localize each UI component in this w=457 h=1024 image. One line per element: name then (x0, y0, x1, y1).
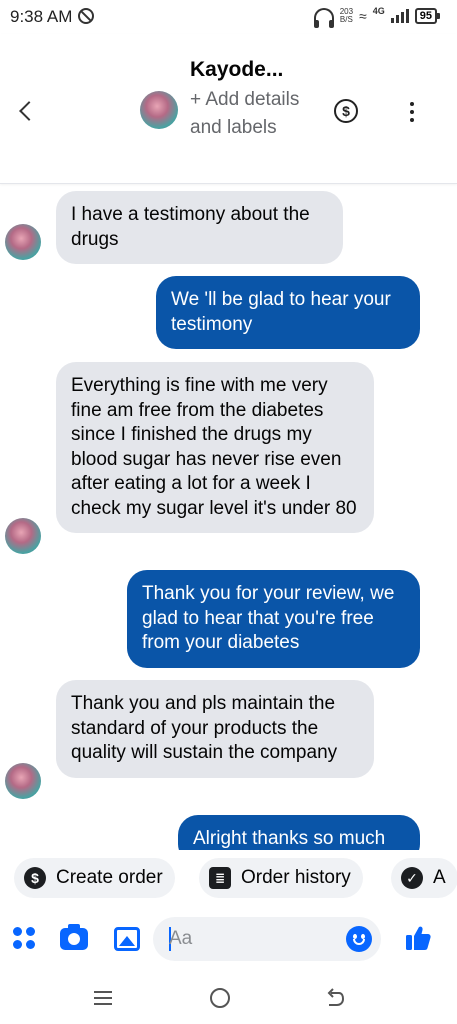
sender-avatar (5, 224, 41, 260)
message-composer (0, 906, 457, 970)
order-history-label: Order history (241, 867, 351, 888)
apps-grid-icon[interactable] (13, 927, 37, 951)
incoming-message[interactable]: I have a testimony about the drugs (56, 191, 343, 264)
more-options-button[interactable] (402, 100, 422, 124)
payment-button[interactable]: $ (334, 99, 358, 123)
battery-icon: 95 (414, 8, 441, 24)
check-circle-icon: ✓ (401, 867, 423, 889)
outgoing-message[interactable]: Thank you for your review, we glad to he… (127, 570, 420, 668)
thumbs-up-icon[interactable] (404, 924, 432, 952)
camera-icon[interactable] (60, 924, 88, 950)
quick-actions-bar: $ Create order ≣ Order history ✓ A (0, 850, 457, 906)
do-not-disturb-icon (78, 8, 94, 24)
incoming-message[interactable]: Thank you and pls maintain the standard … (56, 680, 374, 778)
receipt-list-icon: ≣ (209, 867, 231, 889)
message-input[interactable] (169, 925, 339, 953)
wifi-icon: ≈ (359, 8, 367, 24)
network-speed-unit: B/S (339, 15, 353, 24)
sender-avatar (5, 518, 41, 554)
network-speed: 203 B/S (340, 8, 353, 24)
sender-avatar (5, 763, 41, 799)
more-action-label: A (433, 867, 446, 888)
contact-name[interactable]: Kayode... (190, 58, 283, 82)
dollar-circle-icon: $ (24, 867, 46, 889)
home-icon[interactable] (210, 988, 230, 1008)
more-action-button[interactable]: ✓ A (391, 858, 457, 898)
signal-icon (390, 9, 409, 23)
recent-apps-icon[interactable] (94, 990, 114, 1006)
outgoing-message[interactable]: Alright thanks so much (178, 815, 420, 850)
status-indicators: 203 B/S ≈ 4G 95 (313, 4, 441, 28)
message-input-container[interactable] (153, 917, 381, 961)
back-button[interactable] (12, 92, 42, 132)
network-type: 4G (372, 6, 385, 16)
create-order-button[interactable]: $ Create order (14, 858, 175, 898)
order-history-button[interactable]: ≣ Order history (199, 858, 363, 898)
status-bar: 9:38 AM 203 B/S ≈ 4G 95 (0, 0, 457, 34)
emoji-icon[interactable] (346, 926, 372, 952)
create-order-label: Create order (56, 867, 163, 888)
chat-header: Kayode... + Add details and labels $ (0, 34, 457, 184)
status-time: 9:38 AM (10, 7, 73, 26)
incoming-message[interactable]: Everything is fine with me very fine am … (56, 362, 374, 533)
contact-avatar[interactable] (140, 91, 178, 129)
gallery-icon[interactable] (114, 927, 140, 951)
add-details-link[interactable]: + Add details and labels (190, 86, 310, 142)
outgoing-message[interactable]: We 'll be glad to hear your testimony (156, 276, 420, 349)
message-list[interactable]: I have a testimony about the drugs We 'l… (0, 185, 457, 850)
system-navigation-bar (0, 970, 457, 1024)
headphone-icon (313, 8, 334, 28)
back-nav-icon[interactable] (326, 988, 344, 1008)
